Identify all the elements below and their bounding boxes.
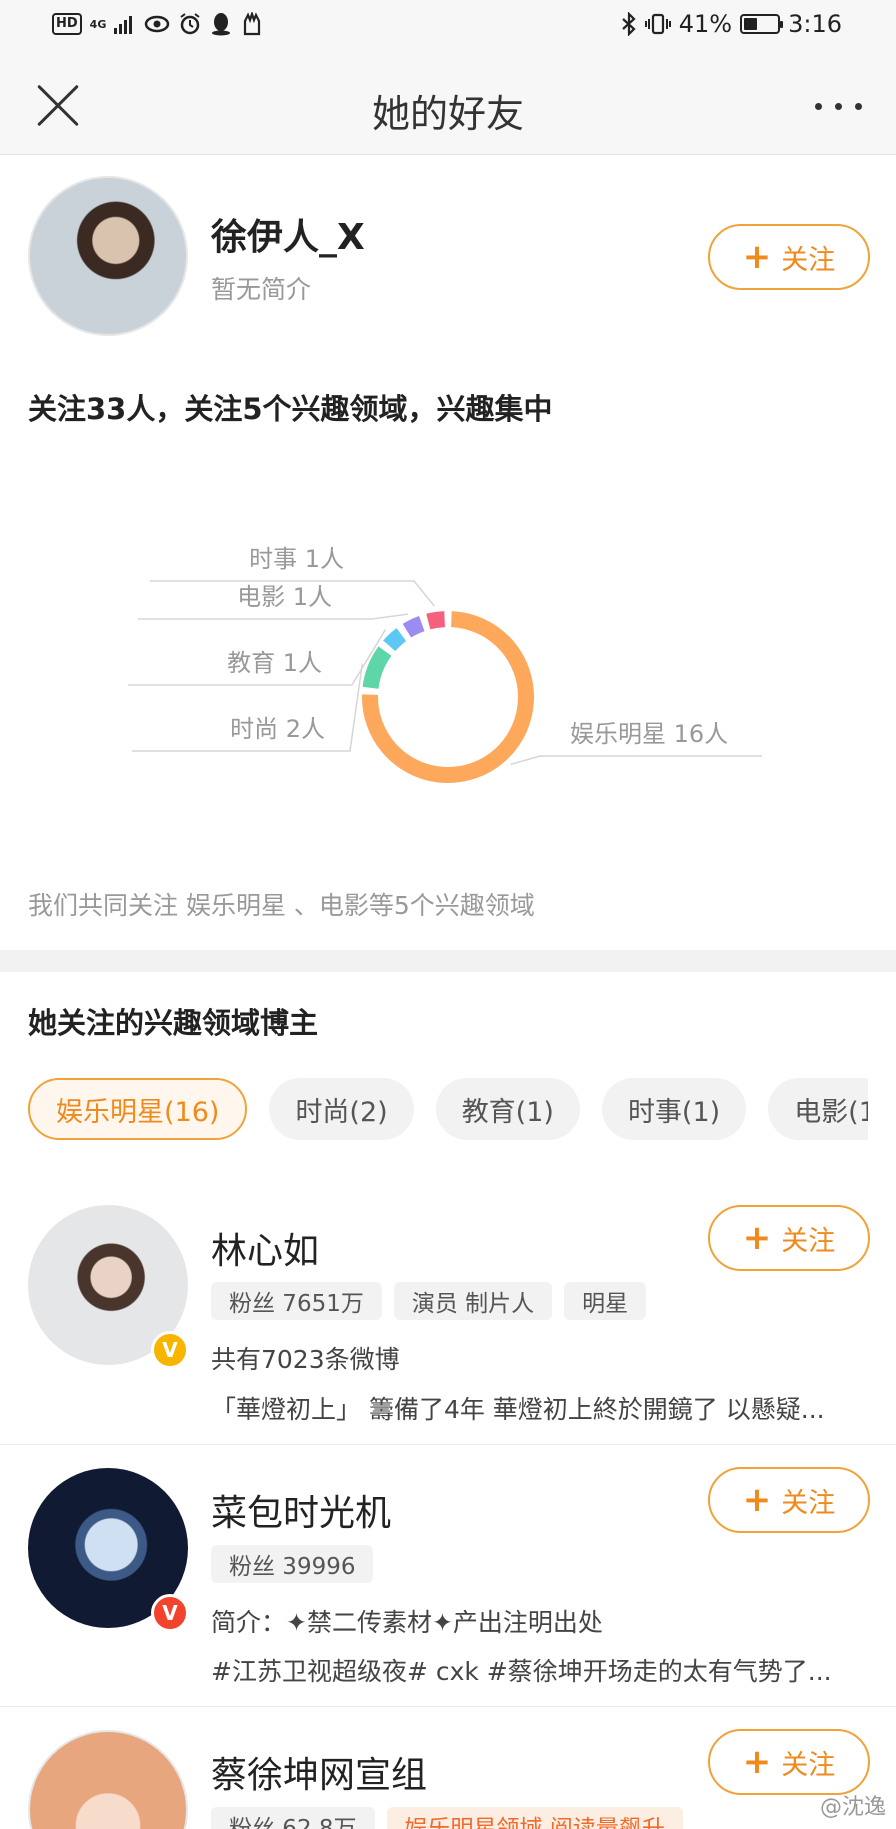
tab-education[interactable]: 教育(1) xyxy=(435,1078,580,1140)
section-title: 她关注的兴趣领域博主 xyxy=(28,1006,319,1040)
trending-chip: 娱乐明星领域 阅读量飙升 xyxy=(386,1807,683,1829)
blogger-intro: 简介：✦禁二传素材✦产出注明出处 xyxy=(211,1608,603,1637)
slice-label-1: 时尚 2人 xyxy=(230,715,325,743)
leader-line-3 xyxy=(138,613,409,620)
interest-donut-chart: 娱乐明星 16人 时尚 2人 教育 1人 电影 1人 时事 1人 xyxy=(128,545,762,783)
donut-slice-2 xyxy=(383,628,407,652)
follow-label: 关注 xyxy=(781,1749,836,1781)
qq-icon xyxy=(212,13,231,36)
bluetooth-icon xyxy=(622,12,636,36)
tag-chip: 演员 制片人 xyxy=(393,1282,553,1320)
battery-percent: 41% xyxy=(678,10,733,38)
follow-button[interactable]: + 关注 xyxy=(708,224,870,290)
network-type: 4G xyxy=(89,17,107,31)
blogger-latest-post[interactable]: 「華燈初上」 籌備了4年 華燈初上終於開鏡了 以懸疑... xyxy=(211,1390,871,1426)
watermark: @沈逸 xyxy=(819,1795,886,1820)
fans-count: 粉丝 39996 xyxy=(211,1545,374,1583)
nav-bar: 她的好友 xyxy=(0,55,896,155)
glove-icon xyxy=(244,12,261,36)
row-divider xyxy=(0,1706,896,1707)
tab-fashion[interactable]: 时尚(2) xyxy=(269,1078,414,1140)
plus-icon: + xyxy=(742,1480,772,1520)
tab-entertainment[interactable]: 娱乐明星(16) xyxy=(28,1078,248,1140)
profile-avatar[interactable] xyxy=(28,176,188,336)
blogger-tags: 粉丝 39996 xyxy=(211,1545,374,1583)
donut-slice-1 xyxy=(362,646,392,690)
blogger-tags: 粉丝 7651万 演员 制片人 明星 xyxy=(211,1282,647,1320)
slice-label-2: 教育 1人 xyxy=(227,649,322,677)
tag-chip: 明星 xyxy=(564,1282,647,1320)
section-divider xyxy=(0,950,896,972)
signal-icon xyxy=(114,16,133,34)
profile-name: 徐伊人_X xyxy=(211,217,365,258)
slice-label-0: 娱乐明星 16人 xyxy=(570,720,728,748)
hd-icon: HD xyxy=(52,13,82,35)
follow-button[interactable]: + 关注 xyxy=(708,1467,870,1533)
profile-bio: 暂无简介 xyxy=(211,275,312,304)
blogger-name[interactable]: 菜包时光机 xyxy=(211,1484,391,1536)
interest-tabs: 娱乐明星(16) 时尚(2) 教育(1) 时事(1) 电影(1) xyxy=(28,1078,868,1142)
blogger-tags: 粉丝 62.8万 娱乐明星领域 阅读量飙升 xyxy=(211,1807,683,1829)
page-title: 她的好友 xyxy=(371,92,524,136)
battery-icon xyxy=(740,14,784,34)
common-interest-text: 我们共同关注 娱乐明星 、电影等5个兴趣领域 xyxy=(28,891,535,920)
follow-button[interactable]: + 关注 xyxy=(708,1205,870,1271)
status-bar: HD 4G 41% 3:16 xyxy=(0,0,896,55)
leader-line-0 xyxy=(510,755,762,766)
blogger-name[interactable]: 林心如 xyxy=(211,1222,319,1274)
blogger-post-count: 共有7023条微博 xyxy=(211,1345,400,1374)
follow-button[interactable]: + 关注 xyxy=(708,1729,870,1795)
follow-label: 关注 xyxy=(781,244,836,276)
blogger-name[interactable]: 蔡徐坤网宣组 xyxy=(211,1746,427,1798)
blogger-latest-post[interactable]: #江苏卫视超级夜# cxk #蔡徐坤开场走的太有气势了... xyxy=(211,1652,871,1688)
donut-slice-4 xyxy=(426,611,446,630)
verified-badge-icon: V xyxy=(151,1331,189,1369)
blogger-avatar[interactable] xyxy=(28,1730,188,1829)
verified-badge-icon: V xyxy=(151,1594,189,1632)
plus-icon: + xyxy=(742,237,772,277)
follow-summary: 关注33人，关注5个兴趣领域，兴趣集中 xyxy=(28,392,553,426)
tab-news[interactable]: 时事(1) xyxy=(601,1078,747,1140)
slice-label-4: 时事 1人 xyxy=(249,545,344,573)
tab-movies[interactable]: 电影(1) xyxy=(768,1078,868,1140)
plus-icon: + xyxy=(742,1742,772,1782)
more-icon[interactable] xyxy=(815,103,862,110)
fans-count: 粉丝 62.8万 xyxy=(211,1807,375,1829)
row-divider xyxy=(0,1444,896,1445)
follow-label: 关注 xyxy=(781,1487,836,1519)
eye-icon xyxy=(145,15,170,33)
follow-label: 关注 xyxy=(781,1225,836,1257)
vibrate-icon xyxy=(644,13,671,35)
slice-label-3: 电影 1人 xyxy=(237,583,332,611)
plus-icon: + xyxy=(742,1218,772,1258)
clock: 3:16 xyxy=(788,10,842,38)
fans-count: 粉丝 7651万 xyxy=(211,1282,382,1320)
battery-level-fill xyxy=(744,18,758,30)
alarm-icon xyxy=(180,13,200,35)
donut-slice-3 xyxy=(402,616,425,638)
